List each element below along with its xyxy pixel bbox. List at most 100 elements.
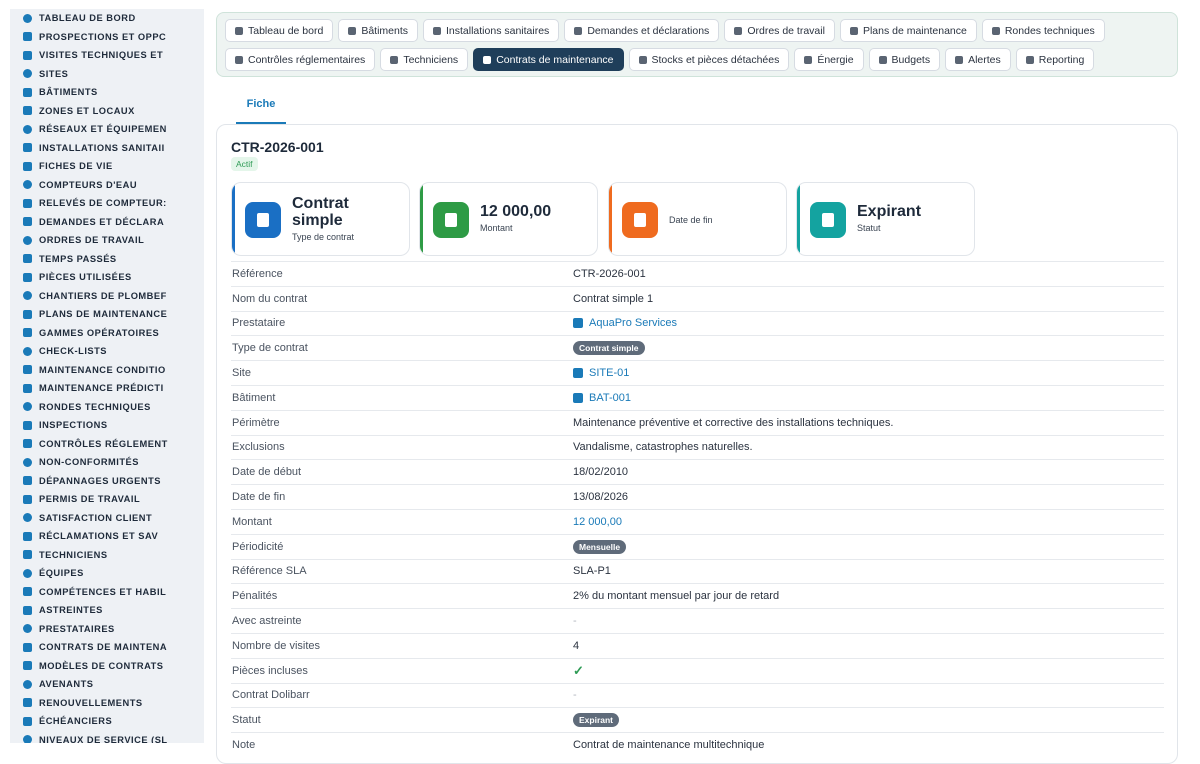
field-value: Expirant [573,713,620,728]
sidebar-item[interactable]: INSTALLATIONS SANITAII [10,139,204,158]
sidebar-item-label: PRESTATAIRES [39,623,115,634]
sidebar-item[interactable]: TECHNICIENS [10,546,204,565]
sidebar-item[interactable]: NIVEAUX DE SERVICE (SL [10,731,204,743]
sidebar-item[interactable]: NON-CONFORMITÉS [10,453,204,472]
nav-tab-label: Alertes [968,53,1001,66]
kpi-label: Montant [480,223,513,233]
sidebar-item[interactable]: ORDRES DE TRAVAIL [10,231,204,250]
sidebar-item[interactable]: GAMMES OPÉRATOIRES [10,324,204,343]
sidebar-item[interactable]: CONTRÔLES RÉGLEMENT [10,435,204,454]
table-row: Pénalités 2% du montant mensuel par jour … [231,583,1164,608]
sidebar-item[interactable]: CHECK-LISTS [10,342,204,361]
sidebar-item[interactable]: PRESTATAIRES [10,620,204,639]
nav-tab[interactable]: Ordres de travail [724,19,835,42]
field-label: Prestataire [232,317,286,330]
nav-tab[interactable]: Techniciens [380,48,469,71]
file-contract-icon [483,55,492,64]
sidebar-item[interactable]: ÉCHÉANCIERS [10,712,204,731]
sidebar-item[interactable]: MAINTENANCE CONDITIO [10,361,204,380]
table-row: Note Contrat de maintenance multitechniqu… [231,732,1164,757]
sidebar-item[interactable]: CHANTIERS DE PLOMBEF [10,287,204,306]
money-icon [878,55,887,64]
file-edit-icon [23,679,32,689]
sidebar-item[interactable]: ASTREINTES [10,601,204,620]
sidebar-item[interactable]: AVENANTS [10,675,204,694]
field-label: Site [232,367,251,380]
cogs-icon [433,26,441,35]
table-row: Périmètre Maintenance préventive et corre… [231,409,1164,435]
sidebar-item[interactable]: TEMPS PASSÉS [10,250,204,269]
field-value: CTR-2026-001 [573,268,646,280]
sidebar-item[interactable]: INSPECTIONS [10,416,204,435]
nav-tab-label: Ordres de travail [747,24,825,37]
nav-tab[interactable]: Budgets [868,48,941,71]
exclamation-icon [23,457,32,467]
sidebar-item-label: COMPTEURS D'EAU [39,179,138,190]
sidebar-item[interactable]: SITES [10,65,204,84]
field-label: Statut [232,714,261,727]
nav-tab[interactable]: Rondes techniques [981,19,1105,42]
field-value[interactable]: SITE-01 [573,367,629,379]
field-value-text: AquaPro Services [589,317,678,330]
nav-tab[interactable]: Demandes et déclarations [564,19,720,42]
sidebar-item[interactable]: CONTRATS DE MAINTENA [10,638,204,657]
sidebar-item[interactable]: RONDES TECHNIQUES [10,398,204,417]
nav-tab[interactable]: Plans de maintenance [839,19,977,42]
kpi-card: 12 000,00 Montant [419,182,598,256]
sidebar-item[interactable]: PROSPECTIONS ET OPPC [10,28,204,47]
nav-tab[interactable]: Reporting [1015,48,1095,71]
sidebar-item[interactable]: PERMIS DE TRAVAIL [10,490,204,509]
nav-tab[interactable]: Installations sanitaires [423,19,560,42]
nav-tab[interactable]: Contrats de maintenance [473,48,624,71]
field-value[interactable]: BAT-001 [573,392,631,404]
sidebar-item[interactable]: RÉCLAMATIONS ET SAV [10,527,204,546]
field-value-text: Maintenance préventive et corrective des… [573,416,894,429]
field-value: 18/02/2010 [573,466,628,478]
nav-tab[interactable]: Tableau de bord [225,19,334,42]
field-value-text: SITE-01 [589,367,630,380]
field-label: Exclusions [232,441,285,454]
sidebar-item[interactable]: FICHES DE VIE [10,157,204,176]
field-value-text: Contrat simple 1 [573,292,654,305]
sidebar-item[interactable]: DÉPANNAGES URGENTS [10,472,204,491]
kpi-accent [797,183,800,255]
nav-tab[interactable]: Alertes [945,48,1011,71]
sidebar-item[interactable]: RÉSEAUX ET ÉQUIPEMEN [10,120,204,139]
sidebar-item[interactable]: PIÈCES UTILISÉES [10,268,204,287]
sidebar-item[interactable]: VISITES TECHNIQUES ET [10,46,204,65]
sidebar-item[interactable]: MAINTENANCE PRÉDICTI [10,379,204,398]
sidebar-item[interactable]: COMPÉTENCES ET HABIL [10,583,204,602]
sidebar-item[interactable]: RELEVÉS DE COMPTEUR: [10,194,204,213]
sidebar-item[interactable]: BÂTIMENTS [10,83,204,102]
sidebar-item[interactable]: PLANS DE MAINTENANCE [10,305,204,324]
file-contract-icon [23,642,32,652]
sidebar-item[interactable]: RENOUVELLEMENTS [10,694,204,713]
sidebar-item[interactable]: MODÈLES DE CONTRATS [10,657,204,676]
thermometer-icon [23,365,32,375]
file-invoice-icon [23,716,32,726]
sidebar-item[interactable]: ZONES ET LOCAUX [10,102,204,121]
sidebar-item[interactable]: COMPTEURS D'EAU [10,176,204,195]
nav-tab[interactable]: Bâtiments [338,19,418,42]
table-row: Bâtiment BAT-001 [231,384,1164,410]
tab-fiche[interactable]: Fiche [236,92,286,124]
field-label: Date de fin [232,491,286,504]
clipboard-check-icon [23,439,32,449]
cogs-icon [23,143,32,153]
sidebar-item[interactable]: TABLEAU DE BORD [10,9,204,28]
sidebar-item[interactable]: DEMANDES ET DÉCLARA [10,213,204,232]
field-value-text: Contrat de maintenance multitechnique [573,739,765,752]
sidebar-item-label: INSPECTIONS [39,420,108,431]
sidebar-item[interactable]: ÉQUIPES [10,564,204,583]
wrench-icon [23,291,32,301]
field-value[interactable]: AquaPro Services [573,317,677,329]
sidebar-item[interactable]: SATISFACTION CLIENT [10,509,204,528]
field-label: Montant [232,515,272,528]
nav-tab-label: Énergie [817,53,854,66]
nav-tab[interactable]: Stocks et pièces détachées [628,48,790,71]
field-value: 13/08/2026 [573,491,628,503]
nav-tab[interactable]: Énergie [794,48,864,71]
table-row: Date de fin 13/08/2026 [231,484,1164,509]
nav-tab[interactable]: Contrôles réglementaires [225,48,376,71]
field-label: Périodicité [232,540,284,553]
